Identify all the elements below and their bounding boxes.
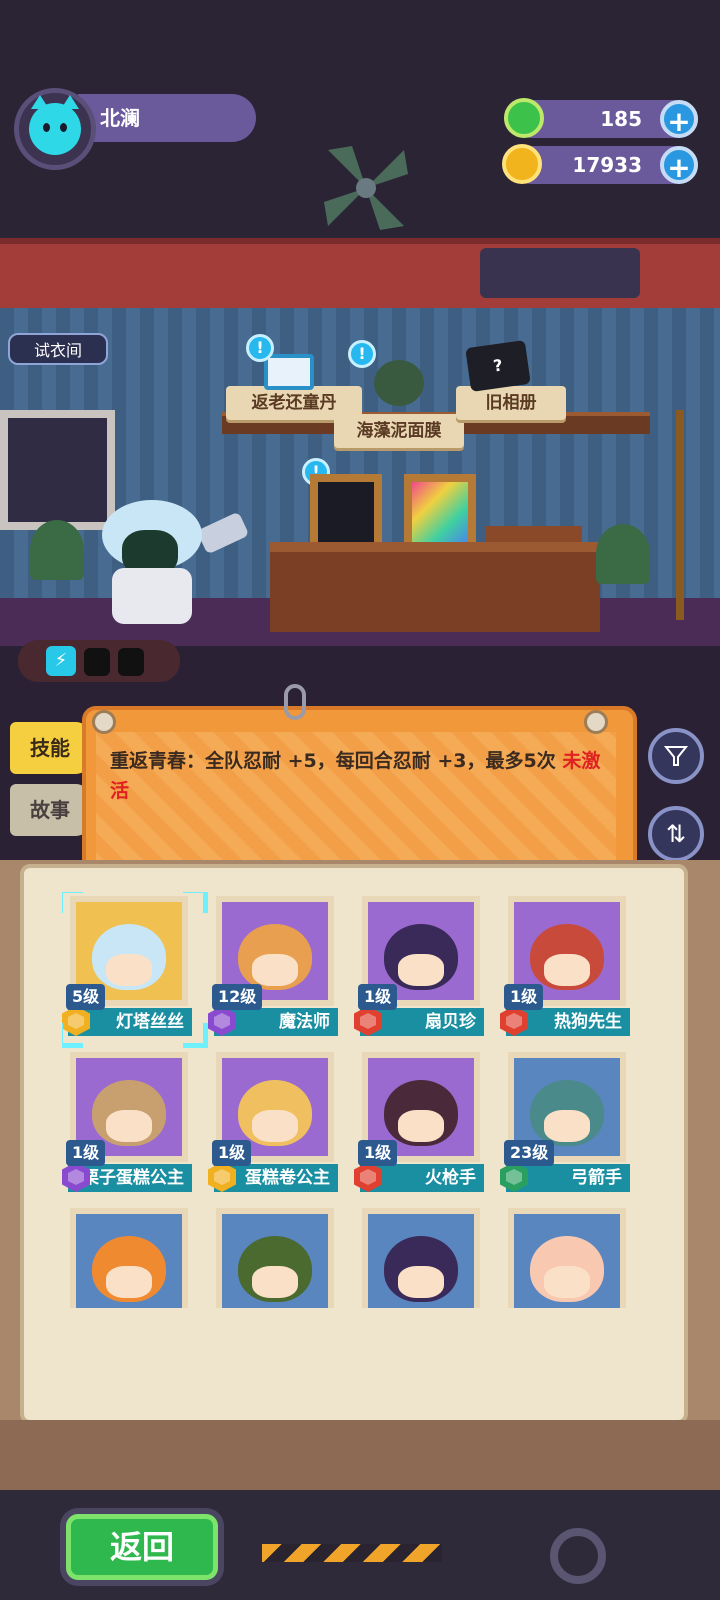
rank-badge-inner (360, 1169, 376, 1185)
energy-slot (118, 648, 144, 676)
character-card[interactable]: 热狗先生 1级 (500, 892, 630, 1036)
item-tag-seaweed-mask[interactable]: 海藻泥面膜 (334, 414, 464, 448)
character-card[interactable]: 弓箭手 23级 (500, 1048, 630, 1192)
character-face (252, 1110, 298, 1142)
skill-description: 重返青春：全队忍耐 +5，每回合忍耐 +3，最多5次 未激活 (110, 746, 610, 806)
selection-corner (62, 892, 83, 913)
tab-skill[interactable]: 技能 (10, 722, 90, 774)
tab-story[interactable]: 故事 (10, 784, 90, 836)
character-level: 1级 (358, 984, 398, 1010)
paper-clip-icon (284, 684, 306, 720)
gem-count: 185 (600, 107, 642, 131)
selection-corner (183, 1023, 208, 1048)
add-coins-button[interactable]: + (660, 146, 698, 184)
planet-coin-icon (502, 144, 542, 184)
character-level: 12级 (212, 984, 263, 1010)
character-card[interactable]: 扇贝珍 1级 (354, 892, 484, 1036)
pill-box-icon[interactable] (264, 354, 314, 390)
try-room-button[interactable]: 试衣间 (8, 333, 108, 365)
character-face (106, 1110, 152, 1142)
character-face (398, 954, 444, 986)
skill-text: 重返青春：全队忍耐 +5，每回合忍耐 +3，最多5次 (110, 750, 556, 772)
player-name: 北澜 (78, 94, 256, 142)
new-badge-icon: ! (246, 334, 274, 362)
coat-rack (676, 410, 684, 620)
character-card[interactable] (62, 1204, 192, 1308)
character-card[interactable]: 栗子蛋糕公主 1级 (62, 1048, 192, 1192)
new-badge-icon: ! (348, 340, 376, 368)
filter-icon (663, 746, 689, 766)
character-grid: 灯塔丝丝 5级 魔法师 12级 扇贝珍 1级 热狗先生 1级栗子蛋糕公主 1级 蛋糕卷公主 1级 火枪… (62, 892, 658, 1308)
character-card[interactable]: 灯塔丝丝 5级 (62, 892, 208, 1048)
character-level: 1级 (504, 984, 544, 1010)
selection-corner (62, 1023, 83, 1048)
character-face (106, 1266, 152, 1298)
character-level: 1级 (212, 1140, 252, 1166)
hazard-stripe (262, 1544, 442, 1562)
lightning-icon: ⚡ (46, 646, 76, 676)
potted-plant (30, 520, 84, 580)
selection-frame (62, 892, 208, 1048)
hero-character[interactable] (82, 500, 232, 624)
rank-badge-inner (214, 1169, 230, 1185)
sort-button[interactable]: ⇅ (648, 806, 704, 862)
selection-corner (183, 892, 208, 913)
cat-avatar-icon (29, 95, 81, 155)
potted-plant (596, 524, 650, 584)
character-face (398, 1110, 444, 1142)
character-card[interactable] (354, 1204, 484, 1308)
rank-badge-inner (360, 1013, 376, 1029)
character-face (252, 954, 298, 986)
pin-icon (584, 710, 608, 734)
rank-badge-inner (214, 1013, 230, 1029)
character-face (398, 1266, 444, 1298)
character-face (544, 1110, 590, 1142)
gear-icon (550, 1528, 606, 1584)
character-card[interactable] (500, 1204, 630, 1308)
character-face (544, 1266, 590, 1298)
character-face (252, 1266, 298, 1298)
character-portrait (362, 1208, 480, 1308)
book-base (0, 1420, 720, 1490)
sort-icon: ⇅ (665, 820, 687, 848)
green-gem-icon (504, 98, 544, 138)
character-portrait (216, 1208, 334, 1308)
character-card[interactable]: 火枪手 1级 (354, 1048, 484, 1192)
unknown-album-icon[interactable]: ? (465, 340, 531, 392)
character-level: 1级 (66, 1140, 106, 1166)
rank-badge-inner (68, 1169, 84, 1185)
character-portrait (508, 1208, 626, 1308)
item-tag-old-album[interactable]: 旧相册 (456, 386, 566, 420)
character-card[interactable]: 魔法师 12级 (208, 892, 338, 1036)
ghost-vent (480, 248, 640, 298)
player-avatar[interactable] (14, 88, 96, 170)
character-level: 1级 (358, 1140, 398, 1166)
try-room-label: 试衣间 (33, 341, 82, 360)
character-card[interactable] (208, 1204, 338, 1308)
rank-badge-inner (506, 1169, 522, 1185)
filter-button[interactable] (648, 728, 704, 784)
hero-body (112, 568, 192, 624)
energy-slot (84, 648, 110, 676)
character-card[interactable]: 蛋糕卷公主 1级 (208, 1048, 338, 1192)
wooden-desk (270, 542, 600, 632)
pin-icon (92, 710, 116, 734)
ceiling-fan-icon (324, 146, 408, 230)
face-mask-icon[interactable] (374, 360, 424, 406)
add-gems-button[interactable]: + (660, 100, 698, 138)
character-face (544, 954, 590, 986)
character-level: 23级 (504, 1140, 555, 1166)
blurred-text (150, 1312, 640, 1340)
coin-count: 17933 (572, 153, 642, 177)
rank-badge-inner (506, 1013, 522, 1029)
back-button[interactable]: 返回 (66, 1514, 218, 1580)
character-portrait (70, 1208, 188, 1308)
